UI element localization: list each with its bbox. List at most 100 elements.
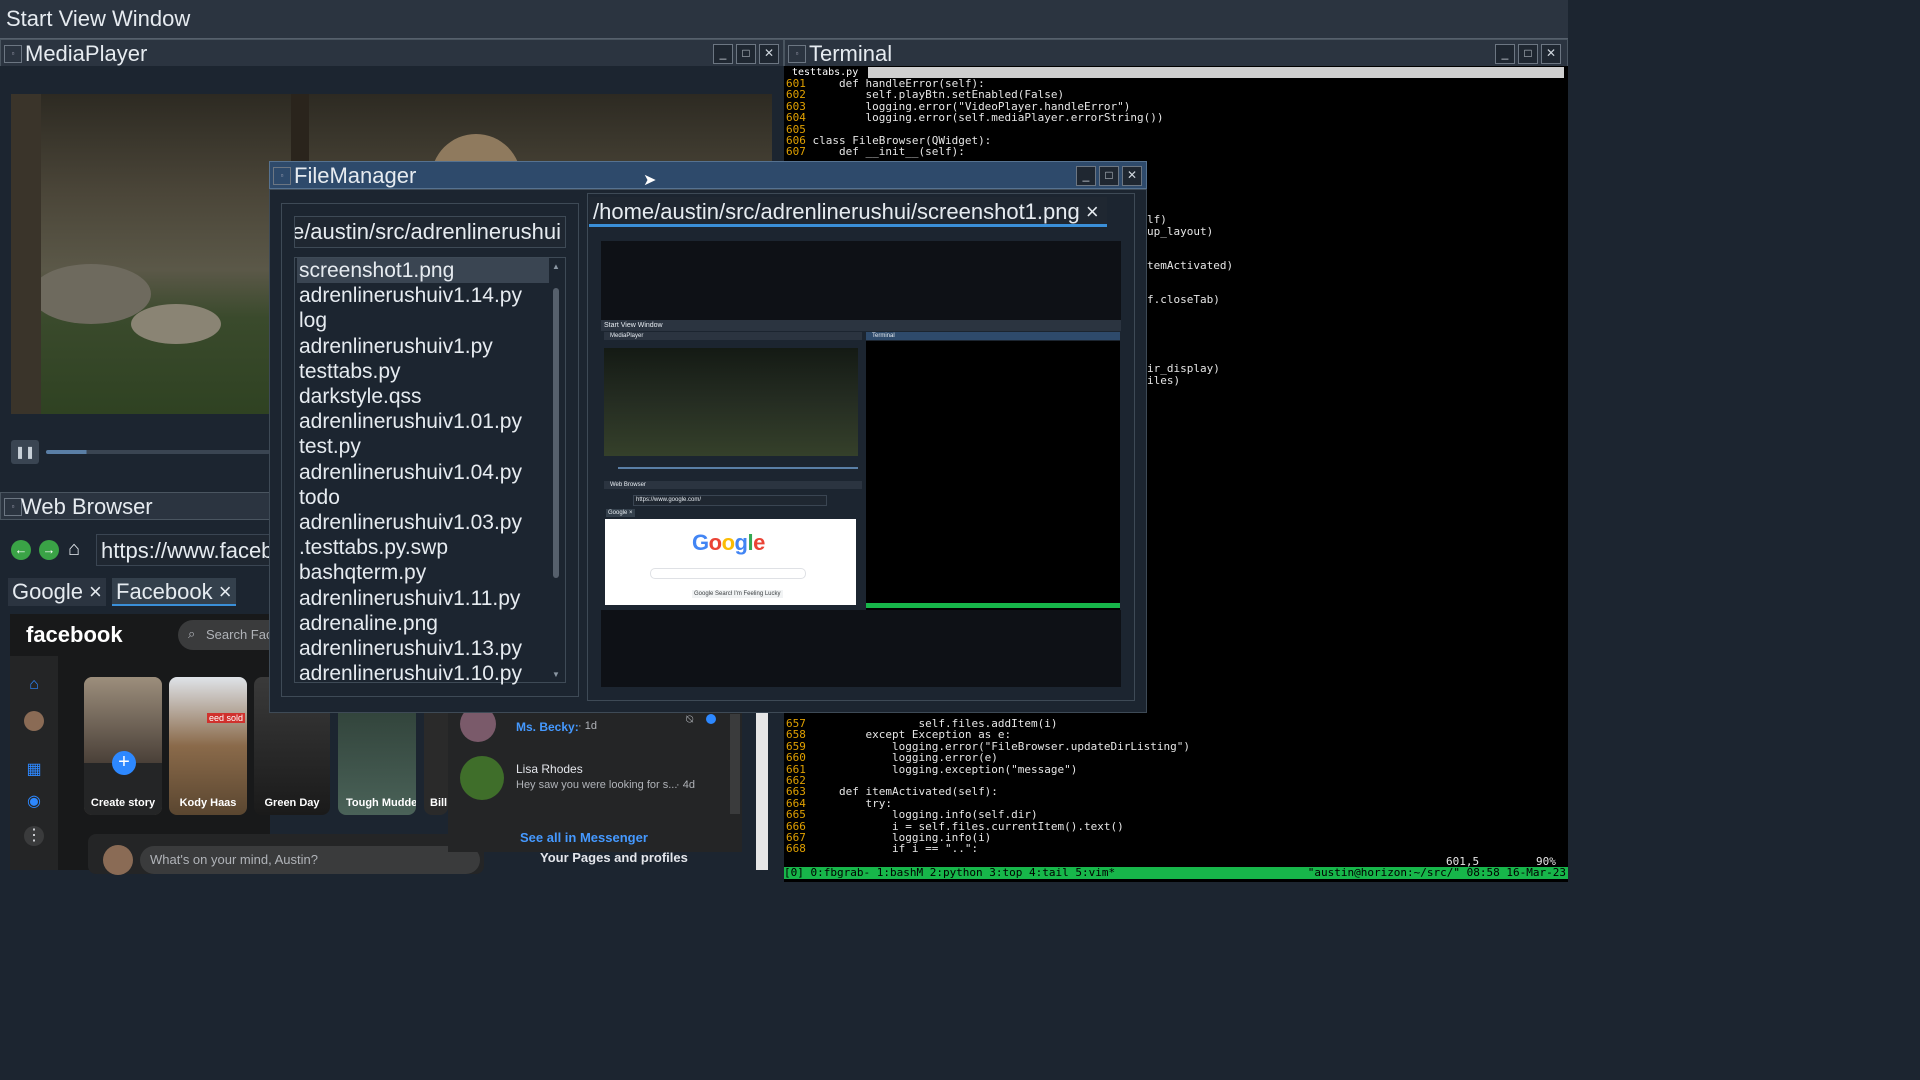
preview-wb-title: Web Browser xyxy=(604,481,862,489)
marketplace-icon[interactable]: ▦ xyxy=(24,760,44,780)
maximize-button[interactable]: □ xyxy=(736,44,756,64)
story-create[interactable]: + Create story xyxy=(84,677,162,815)
pages-heading: Your Pages and profiles xyxy=(540,850,688,865)
story-label: Tough Mudder xyxy=(346,797,416,809)
file-list-item[interactable]: adrenlinerushuiv1.13.py xyxy=(299,636,522,661)
line-number: 668 xyxy=(786,842,806,856)
tmux-status-right: "austin@horizon:~/src/" 08:58 16-Mar-23 xyxy=(1307,867,1566,879)
file-list-item[interactable]: adrenlinerushuiv1.py xyxy=(299,334,493,359)
forward-icon[interactable]: → xyxy=(39,540,59,560)
message-sender[interactable]: Ms. Becky: xyxy=(516,720,579,734)
avatar[interactable] xyxy=(103,845,133,875)
seek-slider[interactable] xyxy=(46,450,270,454)
code-line: 668 if i == "..": xyxy=(786,843,978,854)
message-sender[interactable]: Lisa Rhodes xyxy=(516,762,583,776)
code-fragment: f.closeTab) xyxy=(1147,293,1220,306)
close-button[interactable]: ✕ xyxy=(759,44,779,64)
line-code: logging.exception("message") xyxy=(812,762,1078,776)
file-list-item[interactable]: .testtabs.py.swp xyxy=(299,535,448,560)
line-code: def __init__(self): xyxy=(812,145,965,159)
preview-window-title: Start View Window xyxy=(601,320,1121,331)
file-list-item[interactable]: adrenlinerushuiv1.03.py xyxy=(299,510,522,535)
file-list-item[interactable]: adrenaline.png xyxy=(299,611,438,636)
file-list-item[interactable]: adrenlinerushuiv1.04.py xyxy=(299,460,522,485)
search-icon: ⌕ xyxy=(188,626,196,641)
minimize-button[interactable]: _ xyxy=(1495,44,1515,64)
story-label: Kody Haas xyxy=(179,797,237,809)
file-list-item[interactable]: todo xyxy=(299,485,340,510)
home-icon[interactable]: ⌂ xyxy=(68,538,80,561)
story-item[interactable]: eed sold Kody Haas xyxy=(169,677,247,815)
webbrowser-titlebar[interactable]: ▫ Web Browser xyxy=(0,492,270,520)
post-input[interactable]: What's on your mind, Austin? xyxy=(140,846,480,874)
maximize-button[interactable]: □ xyxy=(1099,166,1119,186)
filemanager-title: FileManager xyxy=(294,163,417,188)
tab-screenshot[interactable]: /home/austin/src/adrenlinerushui/screens… xyxy=(589,197,1107,227)
tmux-windows: [0] 0:fbgrab- 1:bashM 2:python 3:top 4:t… xyxy=(784,867,1116,879)
see-all-messenger-link[interactable]: See all in Messenger xyxy=(520,830,648,845)
webbrowser-title: Web Browser xyxy=(21,494,153,519)
code-fragment: lf) xyxy=(1147,213,1167,226)
mediaplayer-titlebar[interactable]: ▫ MediaPlayer _ □ ✕ xyxy=(0,39,784,67)
close-button[interactable]: ✕ xyxy=(1122,166,1142,186)
facebook-logo: facebook xyxy=(26,622,123,647)
file-list-item[interactable]: adrenlinerushuiv1.01.py xyxy=(299,409,522,434)
scroll-down-icon[interactable]: ▼ xyxy=(552,670,560,679)
code-fragment: temActivated) xyxy=(1147,259,1234,272)
url-input[interactable]: https://www.faceb xyxy=(96,534,270,566)
pause-button[interactable]: ❚❚ xyxy=(11,440,39,464)
file-list-scrollbar[interactable] xyxy=(553,288,559,578)
code-fragment: ir_display) xyxy=(1147,362,1220,375)
close-button[interactable]: ✕ xyxy=(1541,44,1561,64)
facebook-search[interactable]: ⌕ Search Fac xyxy=(178,620,270,650)
tab-facebook[interactable]: Facebook × xyxy=(112,578,236,606)
preview-mp-title: MediaPlayer xyxy=(604,332,862,340)
line-code: if i == "..": xyxy=(812,842,979,856)
start-view-title: Start View Window xyxy=(6,6,191,31)
path-input[interactable]: /home/austin/src/adrenlinerushui xyxy=(294,216,566,248)
minimize-button[interactable]: _ xyxy=(713,44,733,64)
file-list-item[interactable]: test.py xyxy=(299,434,361,459)
code-fragment: up_layout) xyxy=(1147,225,1214,238)
story-label: Create story xyxy=(90,797,156,809)
back-icon[interactable]: ← xyxy=(11,540,31,560)
file-list-item[interactable]: screenshot1.png xyxy=(299,258,454,283)
home-icon[interactable]: ⌂ xyxy=(24,675,44,695)
terminal-title: Terminal xyxy=(809,41,893,66)
app-icon: ▫ xyxy=(273,167,291,185)
file-list-item[interactable]: adrenlinerushuiv1.10.py xyxy=(299,661,522,686)
preview-seekbar xyxy=(618,467,858,469)
preview-video xyxy=(604,348,858,456)
line-code: logging.error(self.mediaPlayer.errorStri… xyxy=(812,111,1164,125)
minimize-button[interactable]: _ xyxy=(1076,166,1096,186)
filemanager-titlebar[interactable]: ▫ FileManager _ □ ✕ xyxy=(269,161,1147,189)
start-view-titlebar: Start View Window xyxy=(0,0,1568,39)
messenger-scrollbar[interactable] xyxy=(730,714,740,814)
file-list-item[interactable]: adrenlinerushuiv1.14.py xyxy=(299,283,522,308)
gaming-icon[interactable]: ◉ xyxy=(24,792,44,812)
add-story-icon: + xyxy=(112,751,136,775)
avatar xyxy=(460,756,504,800)
tab-google[interactable]: Google × xyxy=(8,578,106,606)
file-list-item[interactable]: darkstyle.qss xyxy=(299,384,422,409)
code-fragment: iles) xyxy=(1147,374,1181,387)
tmux-statusbar: [0] 0:fbgrab- 1:bashM 2:python 3:top 4:t… xyxy=(784,867,1568,879)
search-placeholder: Search Fac xyxy=(206,627,270,642)
file-list-item[interactable]: log xyxy=(299,308,327,333)
avatar[interactable] xyxy=(24,711,44,731)
code-line: 604 logging.error(self.mediaPlayer.error… xyxy=(786,112,1164,123)
menu-grid-icon[interactable]: ⋮ xyxy=(24,826,44,846)
message-time: · 1d xyxy=(578,720,597,732)
file-list-item[interactable]: testtabs.py xyxy=(299,359,401,384)
preview-google-search xyxy=(650,568,806,579)
terminal-titlebar[interactable]: ▫ Terminal _ □ ✕ xyxy=(784,39,1568,67)
file-list-item[interactable]: adrenlinerushuiv1.11.py xyxy=(299,586,520,611)
mouse-cursor-icon: ➤ xyxy=(643,172,657,189)
maximize-button[interactable]: □ xyxy=(1518,44,1538,64)
scroll-up-icon[interactable]: ▲ xyxy=(552,262,560,271)
preview-lucky-btn: I'm Feeling Lucky xyxy=(732,590,783,598)
bell-off-icon[interactable]: ⍉ xyxy=(686,712,693,727)
file-list-item[interactable]: bashqterm.py xyxy=(299,560,426,585)
story-label: Green Day xyxy=(264,797,320,809)
page-scrollbar[interactable] xyxy=(756,712,768,870)
